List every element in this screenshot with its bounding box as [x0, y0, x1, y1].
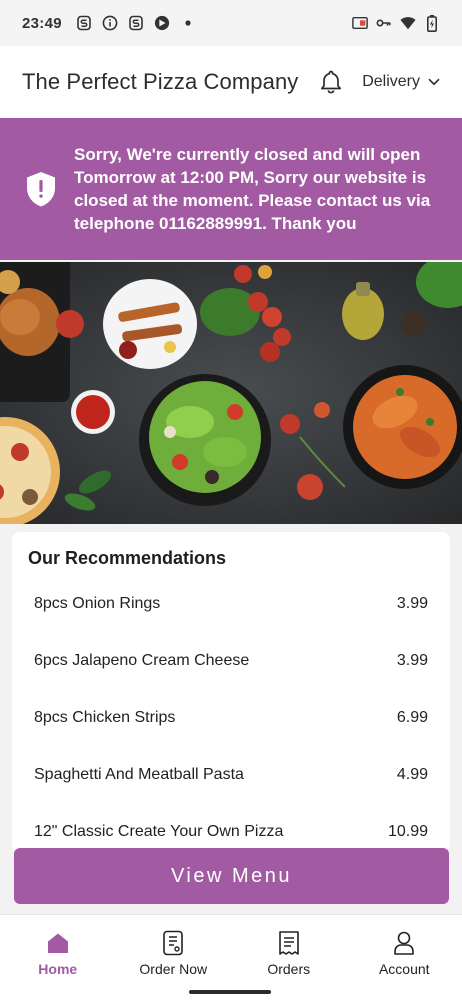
nav-orders-label: Orders — [267, 961, 311, 977]
home-icon — [44, 929, 72, 957]
system-icons — [352, 14, 440, 32]
app-header: The Perfect Pizza Company Delivery — [0, 46, 462, 118]
notification-s-icon — [128, 15, 144, 31]
delivery-selector[interactable]: Delivery — [362, 73, 440, 91]
more-dot-icon — [180, 15, 196, 31]
nav-home-label: Home — [38, 961, 78, 977]
item-price: 3.99 — [396, 594, 428, 612]
nav-orders[interactable]: Orders — [231, 915, 347, 1000]
list-item[interactable]: Spaghetti And Meatball Pasta 4.99 — [12, 746, 450, 803]
battery-icon — [424, 14, 440, 32]
item-price: 10.99 — [387, 822, 428, 840]
app-notification-icon — [154, 15, 170, 31]
nav-account-label: Account — [378, 961, 430, 977]
info-icon — [102, 15, 118, 31]
bell-icon[interactable] — [318, 69, 344, 95]
user-icon — [390, 929, 418, 957]
nav-order-now-label: Order Now — [139, 961, 208, 977]
receipt-icon — [275, 929, 303, 957]
item-name: Spaghetti And Meatball Pasta — [34, 765, 244, 783]
item-price: 3.99 — [396, 651, 428, 669]
list-item[interactable]: 12" Classic Create Your Own Pizza 10.99 — [12, 803, 450, 852]
item-name: 8pcs Onion Rings — [34, 594, 161, 612]
view-menu-button[interactable]: View Menu — [14, 848, 449, 904]
status-time: 23:49 — [22, 14, 62, 32]
hero-food-image — [0, 262, 462, 524]
vpn-key-icon — [376, 15, 392, 31]
item-price: 4.99 — [396, 765, 428, 783]
notification-s-icon — [76, 15, 92, 31]
item-name: 12" Classic Create Your Own Pizza — [34, 822, 284, 840]
list-item[interactable]: 6pcs Jalapeno Cream Cheese 3.99 — [12, 632, 450, 689]
chevron-down-icon — [428, 73, 440, 91]
nav-account[interactable]: Account — [347, 915, 462, 1000]
menu-document-icon — [159, 929, 187, 957]
app-title: The Perfect Pizza Company — [22, 69, 299, 94]
notification-icons — [76, 15, 196, 31]
nav-order-now[interactable]: Order Now — [116, 915, 232, 1000]
recommendations-list: 8pcs Onion Rings 3.99 6pcs Jalapeno Crea… — [12, 575, 450, 852]
item-price: 6.99 — [396, 708, 428, 726]
list-item[interactable]: 8pcs Onion Rings 3.99 — [12, 575, 450, 632]
bottom-nav: Home Order Now Orders Account — [0, 914, 462, 1000]
app-screen: 23:49 The Perfect Pizza Company Delivery… — [0, 0, 462, 1000]
shield-alert-icon — [24, 170, 58, 208]
gesture-bar[interactable] — [189, 990, 271, 994]
cast-icon — [352, 15, 368, 31]
nav-home[interactable]: Home — [0, 915, 116, 1000]
recommendations-title: Our Recommendations — [28, 548, 227, 568]
list-item[interactable]: 8pcs Chicken Strips 6.99 — [12, 689, 450, 746]
closed-message: Sorry, We're currently closed and will o… — [74, 145, 431, 233]
item-name: 6pcs Jalapeno Cream Cheese — [34, 651, 250, 669]
wifi-icon — [400, 15, 416, 31]
item-name: 8pcs Chicken Strips — [34, 708, 176, 726]
closed-banner: Sorry, We're currently closed and will o… — [0, 118, 462, 260]
status-bar: 23:49 — [0, 0, 462, 46]
delivery-label: Delivery — [362, 73, 420, 90]
recommendations-card: Our Recommendations 8pcs Onion Rings 3.9… — [12, 532, 450, 852]
